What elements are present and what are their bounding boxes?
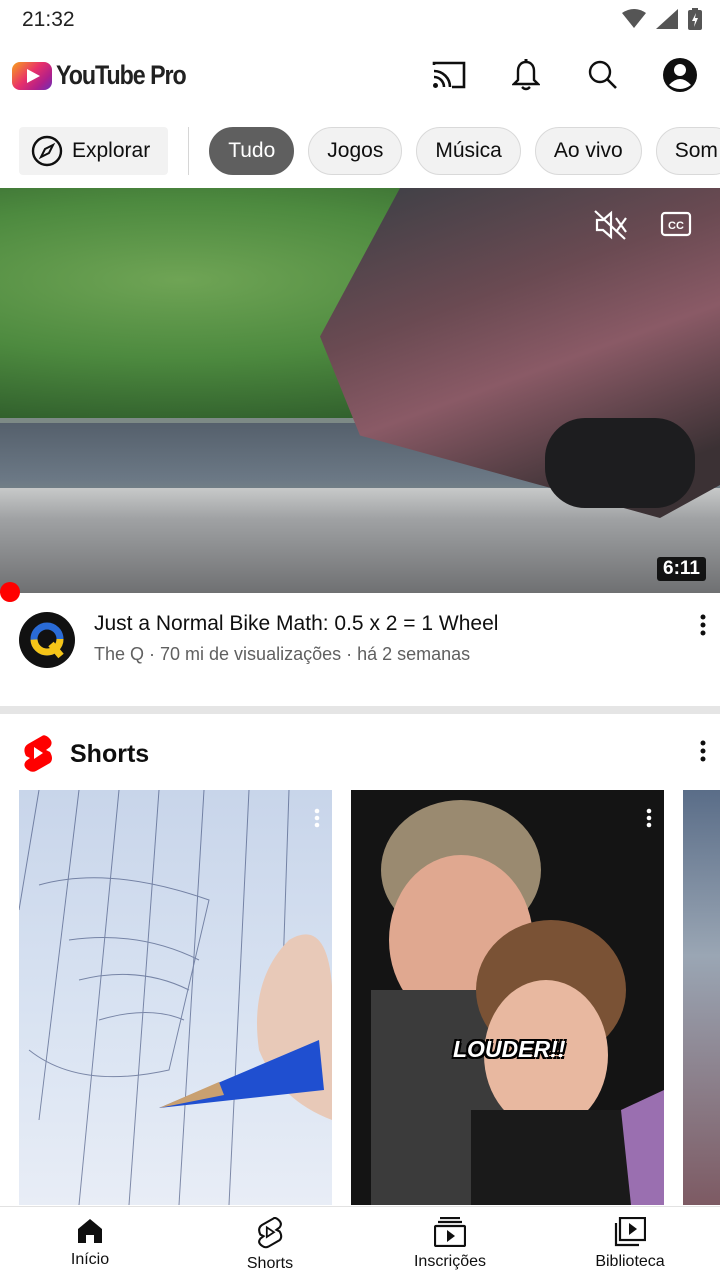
nav-item-biblioteca[interactable]: Biblioteca (540, 1207, 720, 1280)
notifications-icon (512, 59, 540, 91)
chip-jogos[interactable]: Jogos (308, 127, 403, 175)
youtube-pro-logo[interactable]: YouTube Pro (12, 60, 207, 91)
more-options-icon[interactable] (700, 614, 706, 636)
chip-ao-vivo[interactable]: Ao vivo (534, 127, 642, 175)
search-button[interactable] (585, 57, 621, 93)
thumbnail-wheel (545, 418, 695, 508)
search-icon (588, 60, 617, 89)
bottom-navigation: Início Shorts Inscrições Biblioteca (0, 1206, 720, 1280)
video-duration-badge: 6:11 (657, 557, 706, 581)
nav-label: Início (70, 1251, 110, 1268)
the-q-channel-logo-icon (30, 622, 64, 659)
short-card[interactable] (19, 790, 332, 1205)
app-bar-actions (431, 57, 698, 93)
short-thumbnail-drawing (19, 790, 332, 1205)
youtube-play-logo-icon (12, 61, 52, 90)
account-icon (663, 58, 697, 92)
short-more-options-icon[interactable] (314, 808, 320, 828)
video-subtitle: The Q · 70 mi de visualizações · há 2 se… (94, 644, 471, 664)
shorts-more-options-icon[interactable] (700, 740, 706, 762)
mute-icon[interactable] (594, 210, 628, 240)
svg-text:CC: CC (668, 220, 684, 232)
battery-charging-icon (688, 8, 702, 30)
shorts-icon (258, 1217, 283, 1249)
short-more-options-icon[interactable] (646, 808, 652, 828)
status-icons (622, 8, 702, 30)
shorts-logo-icon (24, 735, 52, 772)
notifications-button[interactable] (508, 57, 544, 93)
logo-text: YouTube Pro (56, 60, 187, 90)
short-card[interactable] (683, 790, 720, 1205)
channel-avatar[interactable] (19, 612, 75, 668)
cast-icon (432, 61, 466, 89)
shorts-title: Shorts (70, 740, 150, 768)
nav-label: Biblioteca (595, 1253, 665, 1270)
account-button[interactable] (662, 57, 698, 93)
subscriptions-icon (434, 1217, 466, 1247)
library-icon (614, 1217, 646, 1247)
shorts-shelf-header: Shorts (0, 732, 720, 780)
video-metadata[interactable]: Just a Normal Bike Math: 0.5 x 2 = 1 Whe… (0, 610, 720, 690)
video-title[interactable]: Just a Normal Bike Math: 0.5 x 2 = 1 Whe… (94, 612, 498, 636)
nav-item-inicio[interactable]: Início (0, 1207, 180, 1280)
chips-divider (188, 127, 190, 175)
nav-item-inscricoes[interactable]: Inscrições (360, 1207, 540, 1280)
category-chips: Explorar Tudo Jogos Música Ao vivo Som (19, 126, 720, 176)
chip-tudo[interactable]: Tudo (209, 127, 295, 175)
nav-label: Shorts (246, 1255, 294, 1272)
section-divider (0, 706, 720, 714)
status-bar: 21:32 (0, 0, 720, 40)
video-thumbnail[interactable]: CC 6:11 (0, 188, 720, 593)
closed-captions-icon[interactable]: CC (660, 210, 692, 238)
short-overlay-text: LOUDER!! (453, 1036, 566, 1062)
compass-icon (31, 135, 63, 167)
chip-musica[interactable]: Música (416, 127, 521, 175)
progress-scrubber-dot[interactable] (0, 582, 20, 602)
short-card[interactable]: LOUDER!! (351, 790, 664, 1205)
explore-label: Explorar (72, 139, 151, 162)
chip-som[interactable]: Som (655, 127, 720, 175)
nav-item-shorts[interactable]: Shorts (180, 1207, 360, 1280)
status-time: 21:32 (22, 8, 75, 31)
wifi-icon (622, 9, 646, 28)
home-icon (78, 1219, 102, 1243)
nav-label: Inscrições (413, 1253, 487, 1270)
short-thumbnail-people (351, 790, 664, 1205)
explore-button[interactable]: Explorar (19, 127, 169, 175)
cast-button[interactable] (431, 57, 467, 93)
app-bar: YouTube Pro (0, 40, 720, 110)
signal-icon (656, 9, 678, 29)
